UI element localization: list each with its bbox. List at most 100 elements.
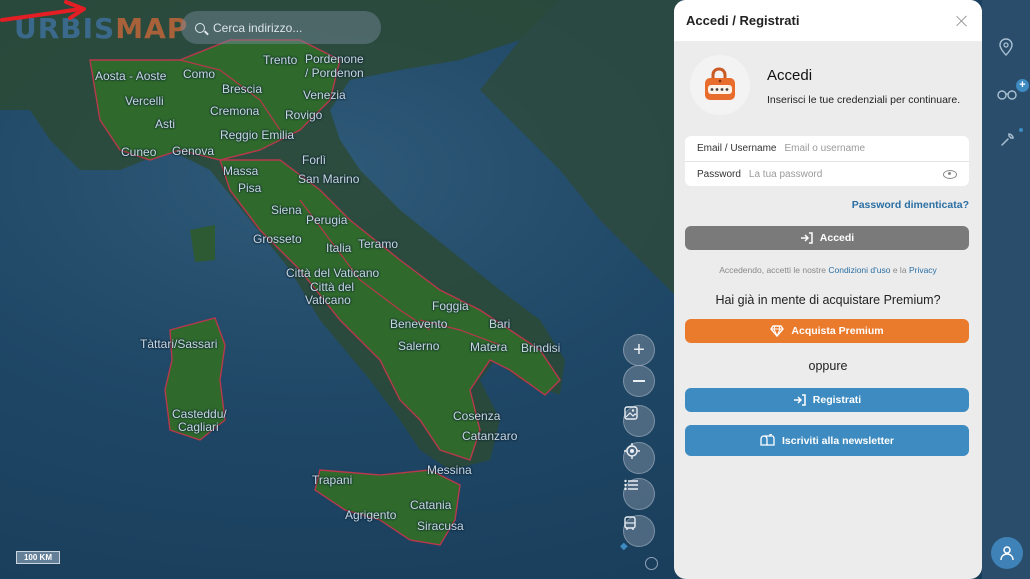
- zoom-out-button[interactable]: [623, 365, 655, 397]
- add-badge-icon[interactable]: +: [1016, 79, 1029, 92]
- map-label: Italia: [326, 241, 352, 255]
- map-label: Agrigento: [345, 508, 397, 522]
- terms-prefix: Accedendo, accetti le nostre: [719, 265, 826, 275]
- login-button[interactable]: Accedi: [685, 226, 969, 250]
- map-label: Genova: [172, 144, 215, 158]
- search-bar[interactable]: [181, 11, 381, 44]
- register-arrow-icon: [793, 394, 806, 406]
- crosshair-icon: [624, 443, 640, 459]
- bus-icon: [624, 516, 636, 530]
- map-label: Vaticano: [305, 293, 351, 307]
- password-lock-icon: [705, 67, 735, 100]
- buy-premium-button[interactable]: Acquista Premium: [685, 319, 969, 343]
- list-icon: [624, 479, 638, 491]
- map-label: Reggio Emilia: [220, 128, 295, 142]
- map-layers-button[interactable]: [623, 405, 655, 437]
- map-label: San Marino: [298, 172, 360, 186]
- diamond-icon: [770, 325, 785, 337]
- map-label: Matera: [470, 340, 508, 354]
- forgot-password-link[interactable]: Password dimenticata?: [852, 199, 969, 211]
- map-label: Catania: [410, 498, 452, 512]
- email-field[interactable]: [784, 143, 957, 154]
- zoom-in-button[interactable]: +: [623, 334, 655, 366]
- login-heading: Accedi: [767, 67, 813, 84]
- login-panel: Accedi / Registrati Accedi Inserisci le …: [674, 0, 982, 579]
- email-label: Email / Username: [697, 143, 777, 154]
- binoculars-icon[interactable]: [997, 86, 1017, 100]
- right-rail: +: [982, 0, 1030, 579]
- map-label: Città del: [310, 280, 355, 294]
- map-label: Trapani: [312, 473, 353, 487]
- terms-link[interactable]: Condizioni d'uso: [828, 265, 890, 275]
- map-label: Salerno: [398, 339, 440, 353]
- terms-and: e la: [892, 265, 907, 275]
- map-label: Bari: [489, 317, 511, 331]
- map-label: Trento: [263, 53, 298, 67]
- email-row: Email / Username: [685, 136, 969, 161]
- map-label: Venezia: [303, 88, 346, 102]
- password-field[interactable]: [748, 168, 943, 180]
- wrench-icon[interactable]: [999, 132, 1015, 148]
- map-label: Grosseto: [253, 232, 302, 246]
- map-label: Siena: [271, 203, 302, 217]
- map-label: Rovigo: [285, 108, 323, 122]
- minus-icon: [633, 380, 645, 382]
- user-icon: [1000, 546, 1014, 561]
- newsletter-button[interactable]: Iscriviti alla newsletter: [685, 425, 969, 456]
- newsletter-button-label: Iscriviti alla newsletter: [781, 434, 895, 447]
- password-row: Password: [685, 161, 969, 186]
- or-divider-text: oppure: [808, 359, 848, 373]
- map-label: Tàttari/Sassari: [140, 337, 218, 351]
- notification-dot: [1019, 128, 1023, 132]
- mailbox-icon: [760, 434, 775, 446]
- map-label: Foggia: [432, 299, 469, 313]
- login-arrow-icon: [800, 232, 813, 244]
- password-label: Password: [697, 168, 741, 180]
- user-avatar-button[interactable]: [991, 537, 1023, 569]
- map-label: Pordenone: [305, 52, 364, 66]
- map-label: Catanzaro: [462, 429, 518, 443]
- close-icon[interactable]: [954, 13, 970, 29]
- map-label: Cremona: [210, 104, 260, 118]
- map-scale: 100 KM: [16, 551, 60, 564]
- map-label: Como: [183, 67, 216, 81]
- premium-button-label: Acquista Premium: [791, 325, 884, 337]
- plus-icon: +: [633, 338, 645, 361]
- login-subheading: Inserisci le tue credenziali per continu…: [767, 94, 961, 106]
- logo-suffix: MAP: [115, 12, 189, 45]
- settings-small-icon[interactable]: [645, 557, 658, 570]
- register-button-label: Registrati: [812, 394, 862, 406]
- login-button-label: Accedi: [819, 232, 855, 244]
- panel-title: Accedi / Registrati: [686, 13, 800, 28]
- map-label: Messina: [427, 463, 472, 477]
- premium-question: Hai già in mente di acquistare Premium?: [715, 293, 941, 307]
- map-label: Cosenza: [453, 409, 501, 423]
- map-label: Cuneo: [121, 145, 157, 159]
- map-label: Perugia: [306, 213, 348, 227]
- panel-header: Accedi / Registrati: [674, 0, 982, 41]
- eye-icon[interactable]: [943, 169, 957, 179]
- register-button[interactable]: Registrati: [685, 388, 969, 412]
- map-label: Asti: [155, 117, 176, 131]
- map-label: Brescia: [222, 82, 263, 96]
- login-illustration: [690, 55, 750, 115]
- map-label: Teramo: [358, 237, 399, 251]
- terms-text: Accedendo, accetti le nostre Condizioni …: [674, 265, 982, 275]
- red-arrow-annotation: [0, 0, 86, 22]
- list-button[interactable]: [623, 478, 655, 510]
- login-form: Email / Username Password: [685, 136, 969, 186]
- map-label: Benevento: [390, 317, 448, 331]
- diamond-icon: ◆: [620, 541, 628, 552]
- map-label: Aosta - Aoste: [95, 69, 167, 83]
- map-label: Città del Vaticano: [286, 266, 380, 280]
- map-pin-icon[interactable]: [999, 38, 1013, 56]
- map-label: Cagliari: [178, 420, 219, 434]
- map-label: Casteddu/: [172, 407, 227, 421]
- search-icon: [195, 22, 205, 33]
- image-icon: [624, 406, 638, 420]
- search-input[interactable]: [213, 20, 373, 35]
- privacy-link[interactable]: Privacy: [909, 265, 937, 275]
- map-label: Pisa: [238, 181, 262, 195]
- map-label: Vercelli: [125, 94, 164, 108]
- locate-button[interactable]: [623, 442, 655, 474]
